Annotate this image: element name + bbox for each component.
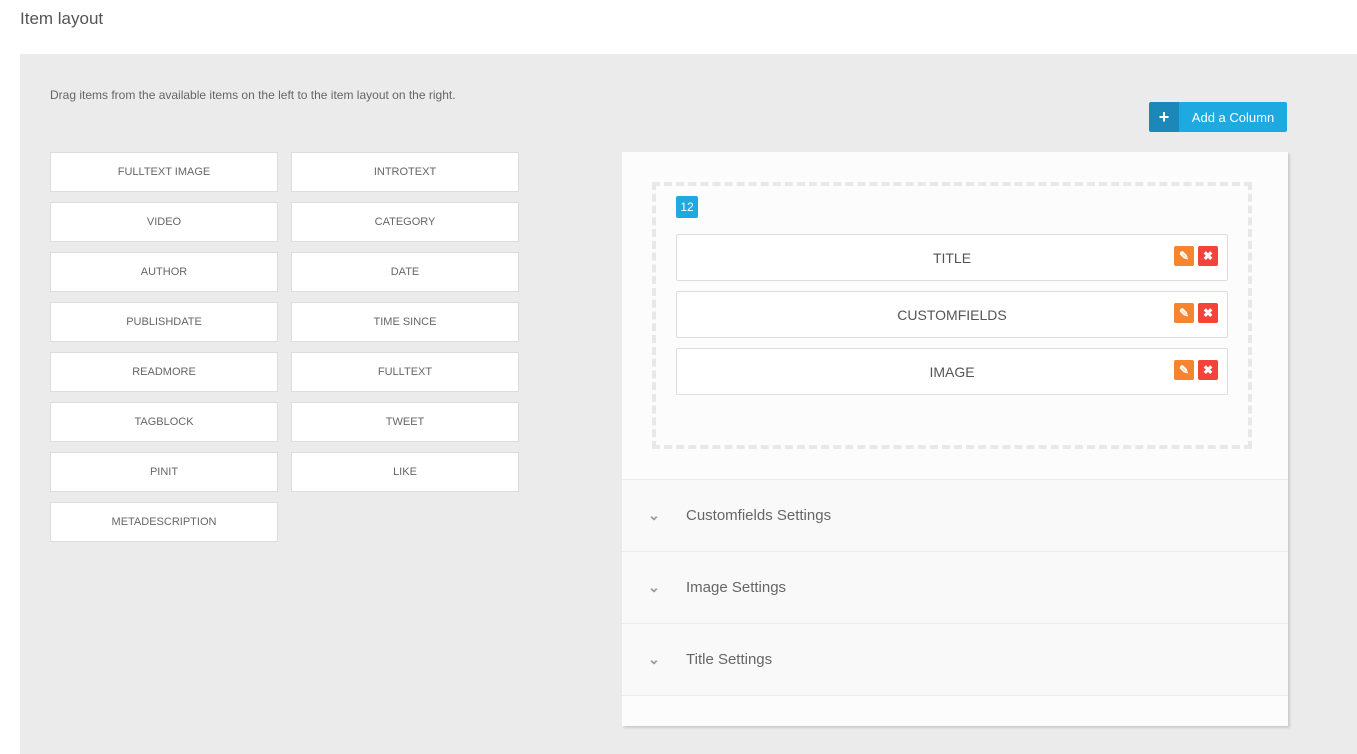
settings-accordion[interactable]: ⌄ Image Settings <box>622 551 1288 623</box>
available-item[interactable]: FULLTEXT <box>291 352 519 392</box>
hint-text: Drag items from the available items on t… <box>50 88 456 102</box>
add-column-button[interactable]: + Add a Column <box>1149 102 1287 132</box>
available-item[interactable]: READMORE <box>50 352 278 392</box>
delete-x-icon[interactable]: ✖ <box>1198 303 1218 323</box>
available-item[interactable]: FULLTEXT IMAGE <box>50 152 278 192</box>
available-item[interactable]: PINIT <box>50 452 278 492</box>
layout-item[interactable]: TITLE ✎ ✖ <box>676 234 1228 281</box>
layout-panel: Drag items from the available items on t… <box>20 54 1357 754</box>
settings-title: Customfields Settings <box>686 507 832 524</box>
layout-item-label: CUSTOMFIELDS <box>897 306 1007 323</box>
layout-column[interactable]: 12 TITLE ✎ ✖ CUSTOMFIELDS ✎ ✖ IMAGE ✎ ✖ <box>652 182 1252 449</box>
edit-pencil-icon[interactable]: ✎ <box>1174 246 1194 266</box>
column-width-badge[interactable]: 12 <box>676 196 698 218</box>
accordion-end <box>622 695 1288 726</box>
chevron-down-icon: ⌄ <box>648 651 660 667</box>
chevron-down-icon: ⌄ <box>648 507 660 523</box>
available-item[interactable]: TAGBLOCK <box>50 402 278 442</box>
page-title: Item layout <box>20 9 104 28</box>
settings-accordion[interactable]: ⌄ Title Settings <box>622 623 1288 695</box>
available-item[interactable]: TWEET <box>291 402 519 442</box>
settings-title: Image Settings <box>686 579 787 596</box>
edit-pencil-icon[interactable]: ✎ <box>1174 360 1194 380</box>
available-item[interactable]: INTROTEXT <box>291 152 519 192</box>
available-item[interactable]: DATE <box>291 252 519 292</box>
available-item[interactable]: TIME SINCE <box>291 302 519 342</box>
available-item[interactable]: VIDEO <box>50 202 278 242</box>
add-column-label: Add a Column <box>1179 102 1287 132</box>
layout-item[interactable]: IMAGE ✎ ✖ <box>676 348 1228 395</box>
delete-x-icon[interactable]: ✖ <box>1198 360 1218 380</box>
available-item[interactable]: PUBLISHDATE <box>50 302 278 342</box>
settings-accordion[interactable]: ⌄ Customfields Settings <box>622 479 1288 551</box>
settings-title: Title Settings <box>686 651 773 668</box>
layout-item[interactable]: CUSTOMFIELDS ✎ ✖ <box>676 291 1228 338</box>
edit-pencil-icon[interactable]: ✎ <box>1174 303 1194 323</box>
available-item[interactable]: LIKE <box>291 452 519 492</box>
plus-icon: + <box>1149 102 1179 132</box>
item-layout-area: 12 TITLE ✎ ✖ CUSTOMFIELDS ✎ ✖ IMAGE ✎ ✖ ⌄ Customf… <box>622 152 1288 726</box>
layout-item-label: IMAGE <box>929 363 975 380</box>
available-item[interactable]: CATEGORY <box>291 202 519 242</box>
delete-x-icon[interactable]: ✖ <box>1198 246 1218 266</box>
layout-item-label: TITLE <box>932 249 972 266</box>
chevron-down-icon: ⌄ <box>648 579 660 595</box>
available-item[interactable]: METADESCRIPTION <box>50 502 278 542</box>
available-item[interactable]: AUTHOR <box>50 252 278 292</box>
